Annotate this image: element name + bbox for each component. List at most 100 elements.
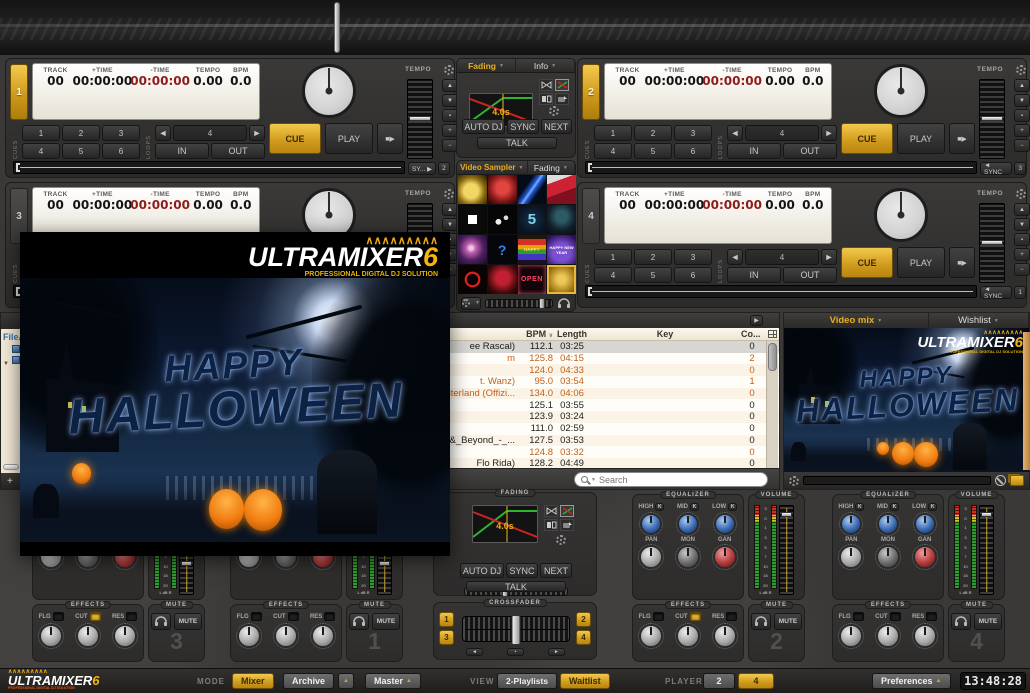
add-button[interactable]: + — [7, 476, 13, 487]
loop-decrease-button[interactable]: ◄ — [155, 125, 171, 141]
sync-button[interactable]: SYNC — [506, 563, 538, 578]
player-4-button[interactable]: 4 — [738, 673, 774, 689]
jog-wheel[interactable] — [874, 188, 928, 242]
view-2-playlists-button[interactable]: 2-Playlists — [497, 673, 557, 689]
loop-in-button[interactable]: IN — [155, 143, 209, 159]
crossfader-handle[interactable] — [512, 615, 521, 645]
flanger-toggle[interactable] — [251, 612, 262, 621]
talk-button[interactable]: TALK — [477, 137, 557, 149]
pan-knob[interactable] — [639, 545, 663, 569]
fade-mode-bars-icon[interactable] — [539, 93, 553, 105]
fade-mode-bars-icon[interactable] — [544, 519, 558, 531]
cue-button-5[interactable]: 5 — [634, 143, 672, 159]
video-sample-cell[interactable] — [488, 265, 517, 294]
search-input[interactable] — [599, 475, 761, 485]
crossfader-assign-3[interactable]: 3 — [439, 630, 454, 645]
tempo-settings-gear-icon[interactable] — [1016, 189, 1026, 199]
playlist-expand-button[interactable]: ▶ — [750, 315, 763, 326]
mode-mixer-button[interactable]: Mixer — [232, 673, 274, 689]
flanger-knob[interactable] — [39, 624, 63, 648]
pan-knob[interactable] — [839, 545, 863, 569]
tempo-fader[interactable] — [979, 203, 1005, 283]
cue-button[interactable]: CUE — [841, 123, 893, 154]
low-kill-button[interactable]: K — [728, 503, 737, 511]
sampler-settings-button[interactable]: ▼ — [461, 297, 481, 310]
video-sample-cell[interactable] — [458, 265, 487, 294]
flanger-toggle[interactable] — [53, 612, 64, 621]
crossfader-assign-2[interactable]: 2 — [576, 612, 591, 627]
low-knob[interactable] — [914, 513, 936, 535]
loop-in-button[interactable]: IN — [727, 143, 781, 159]
pitch-up-button[interactable]: ▲ — [1014, 79, 1030, 92]
tempo-fader-handle[interactable] — [981, 116, 1003, 121]
video-sample-cell[interactable] — [547, 205, 576, 234]
pitch-up-button[interactable]: ▲ — [1014, 203, 1030, 216]
preferences-button[interactable]: Preferences▲ — [872, 673, 951, 689]
deck-number-tab[interactable]: 1 — [10, 64, 28, 120]
cue-button-5[interactable]: 5 — [634, 267, 672, 283]
auto-dj-button[interactable]: AUTO DJ — [462, 119, 505, 134]
tempo-fader[interactable] — [407, 79, 433, 159]
fade-mode-cross-icon[interactable] — [544, 505, 558, 517]
loop-decrease-button[interactable]: ◄ — [727, 125, 743, 141]
volume-fader-handle[interactable] — [981, 512, 992, 517]
tree-expand-icon[interactable]: ▼ — [3, 361, 9, 367]
cue-button-3[interactable]: 3 — [674, 249, 712, 265]
loop-out-button[interactable]: OUT — [211, 143, 265, 159]
headphone-cue-button[interactable] — [751, 613, 771, 630]
cue-button-5[interactable]: 5 — [62, 143, 100, 159]
tempo-fader-handle[interactable] — [981, 240, 1003, 245]
headphone-cue-button[interactable] — [349, 613, 369, 630]
stop-play-icon-button[interactable]: ■▶ — [949, 123, 975, 154]
waveform-bar[interactable] — [585, 161, 977, 174]
sync-target-button[interactable]: 2 — [438, 162, 450, 175]
sampler-volume-slider[interactable] — [485, 299, 553, 308]
tab-video-mix[interactable]: Video mix▼ — [784, 313, 929, 328]
loop-out-button[interactable]: OUT — [783, 143, 837, 159]
video-sample-cell[interactable] — [547, 265, 576, 294]
volume-fader-handle[interactable] — [379, 561, 390, 566]
volume-fader-handle[interactable] — [181, 561, 192, 566]
low-kill-button[interactable]: K — [928, 503, 937, 511]
loop-out-button[interactable]: OUT — [783, 267, 837, 283]
res-knob[interactable] — [913, 624, 937, 648]
playlist-scrollbar[interactable] — [766, 341, 778, 470]
tab-wishlist[interactable]: Wishlist▼ — [929, 313, 1029, 328]
tempo-settings-gear-icon[interactable] — [1016, 65, 1026, 75]
res-toggle[interactable] — [126, 612, 137, 621]
flanger-knob[interactable] — [839, 624, 863, 648]
cut-knob[interactable] — [876, 624, 900, 648]
sync-target-button[interactable]: 1 — [1014, 286, 1026, 299]
crossfade-center-button[interactable]: ▪ — [507, 648, 524, 656]
fade-mode-manual-icon[interactable] — [560, 519, 574, 531]
cue-button-2[interactable]: 2 — [62, 125, 100, 141]
cue-button-1[interactable]: 1 — [22, 125, 60, 141]
mon-knob[interactable] — [876, 545, 900, 569]
cue-button-6[interactable]: 6 — [674, 267, 712, 283]
scrollbar-thumb[interactable] — [768, 343, 777, 371]
waveform-bar[interactable] — [585, 285, 977, 298]
halloween-splash-screen[interactable]: ∧∧∧∧∧∧∧∧∧ ULTRAMIXER6 PROFESSIONAL DIGIT… — [20, 232, 450, 556]
fade-mode-curve-icon[interactable] — [555, 79, 569, 91]
video-sample-cell[interactable]: HAPPY — [518, 235, 547, 264]
crossfader-track[interactable] — [462, 616, 570, 642]
stop-play-icon-button[interactable]: ■▶ — [949, 247, 975, 278]
cut-toggle[interactable] — [690, 612, 701, 621]
loop-in-button[interactable]: IN — [727, 267, 781, 283]
sync-target-button[interactable]: 3 — [1014, 162, 1026, 175]
cut-knob[interactable] — [274, 624, 298, 648]
cue-button-2[interactable]: 2 — [634, 249, 672, 265]
tab-fading-2[interactable]: Fading▼ — [528, 161, 575, 174]
crossfade-right-button[interactable]: ► — [548, 648, 565, 656]
pitch-reset-button[interactable]: ▪ — [1014, 233, 1030, 246]
video-sample-cell[interactable] — [547, 175, 576, 204]
flanger-knob[interactable] — [639, 624, 663, 648]
view-waitlist-button[interactable]: Waitlist — [560, 673, 610, 689]
deck-number-tab[interactable]: 4 — [582, 188, 600, 244]
count-column-header[interactable]: Co... — [739, 329, 765, 339]
video-sample-cell[interactable]: HAPPY NEW YEAR — [547, 235, 576, 264]
res-toggle[interactable] — [926, 612, 937, 621]
tempo-settings-gear-icon[interactable] — [444, 189, 454, 199]
headphone-cue-button[interactable] — [951, 613, 971, 630]
high-kill-button[interactable]: K — [855, 503, 864, 511]
